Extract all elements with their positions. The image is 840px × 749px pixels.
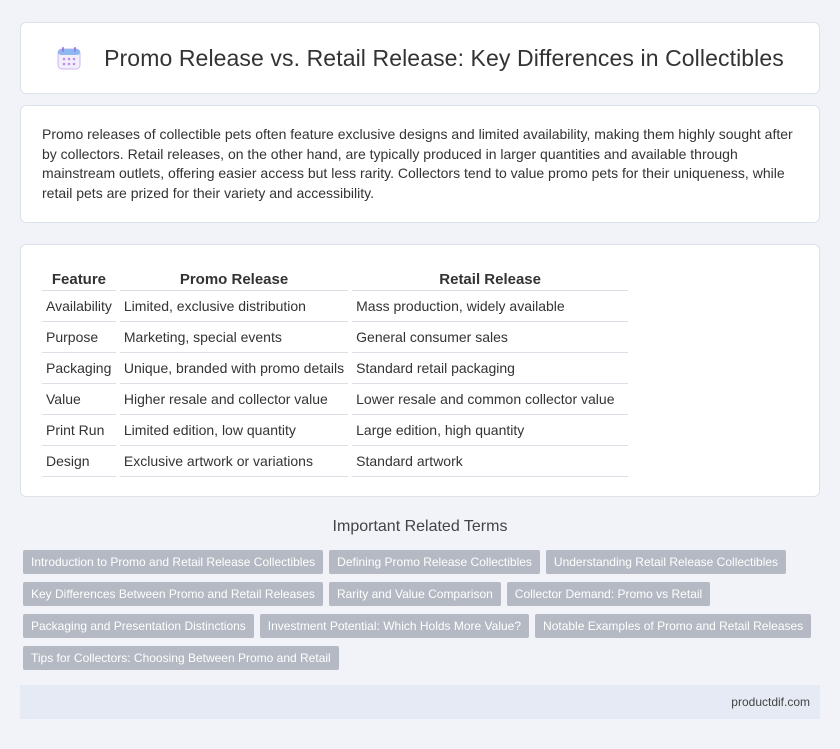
table-row: Purpose Marketing, special events Genera… bbox=[42, 322, 629, 353]
cell-retail: General consumer sales bbox=[352, 322, 629, 353]
header-card: Promo Release vs. Retail Release: Key Di… bbox=[20, 22, 820, 94]
related-term-tag[interactable]: Notable Examples of Promo and Retail Rel… bbox=[535, 614, 812, 638]
cell-feature: Purpose bbox=[42, 322, 116, 353]
related-term-tag[interactable]: Tips for Collectors: Choosing Between Pr… bbox=[23, 646, 339, 670]
cell-promo: Limited, exclusive distribution bbox=[119, 291, 349, 322]
footer: productdif.com bbox=[20, 685, 820, 719]
table-row: Availability Limited, exclusive distribu… bbox=[42, 291, 629, 322]
intro-card: Promo releases of collectible pets often… bbox=[20, 105, 820, 223]
cell-retail: Mass production, widely available bbox=[352, 291, 629, 322]
table-row: Print Run Limited edition, low quantity … bbox=[42, 415, 629, 446]
footer-site-name[interactable]: productdif.com bbox=[731, 695, 810, 709]
cell-promo: Higher resale and collector value bbox=[119, 384, 349, 415]
cell-retail: Lower resale and common collector value bbox=[352, 384, 629, 415]
column-header-retail: Retail Release bbox=[352, 267, 629, 291]
cell-promo: Exclusive artwork or variations bbox=[119, 446, 349, 477]
cell-feature: Value bbox=[42, 384, 116, 415]
table-row: Packaging Unique, branded with promo det… bbox=[42, 353, 629, 384]
related-term-tag[interactable]: Packaging and Presentation Distinctions bbox=[23, 614, 254, 638]
column-header-feature: Feature bbox=[42, 267, 116, 291]
related-terms-list: Introduction to Promo and Retail Release… bbox=[23, 550, 823, 678]
related-term-tag[interactable]: Introduction to Promo and Retail Release… bbox=[23, 550, 324, 574]
comparison-table: Feature Promo Release Retail Release Ava… bbox=[38, 267, 632, 477]
calendar-icon bbox=[56, 45, 82, 71]
table-row: Value Higher resale and collector value … bbox=[42, 384, 629, 415]
related-terms-title: Important Related Terms bbox=[332, 518, 508, 535]
table-header-row: Feature Promo Release Retail Release bbox=[42, 267, 629, 291]
related-term-tag[interactable]: Key Differences Between Promo and Retail… bbox=[23, 582, 323, 606]
related-term-tag[interactable]: Collector Demand: Promo vs Retail bbox=[506, 582, 711, 606]
cell-retail: Standard artwork bbox=[352, 446, 629, 477]
cell-promo: Unique, branded with promo details bbox=[119, 353, 349, 384]
table-row: Design Exclusive artwork or variations S… bbox=[42, 446, 629, 477]
cell-feature: Print Run bbox=[42, 415, 116, 446]
cell-feature: Packaging bbox=[42, 353, 116, 384]
cell-promo: Limited edition, low quantity bbox=[119, 415, 349, 446]
cell-feature: Design bbox=[42, 446, 116, 477]
related-term-tag[interactable]: Defining Promo Release Collectibles bbox=[329, 550, 540, 574]
intro-paragraph: Promo releases of collectible pets often… bbox=[42, 126, 793, 201]
related-term-tag[interactable]: Understanding Retail Release Collectible… bbox=[545, 550, 787, 574]
page-title: Promo Release vs. Retail Release: Key Di… bbox=[104, 44, 784, 71]
cell-retail: Large edition, high quantity bbox=[352, 415, 629, 446]
cell-promo: Marketing, special events bbox=[119, 322, 349, 353]
related-term-tag[interactable]: Rarity and Value Comparison bbox=[328, 582, 501, 606]
related-term-tag[interactable]: Investment Potential: Which Holds More V… bbox=[259, 614, 530, 638]
cell-retail: Standard retail packaging bbox=[352, 353, 629, 384]
cell-feature: Availability bbox=[42, 291, 116, 322]
column-header-promo: Promo Release bbox=[119, 267, 349, 291]
comparison-card: Feature Promo Release Retail Release Ava… bbox=[20, 244, 820, 497]
